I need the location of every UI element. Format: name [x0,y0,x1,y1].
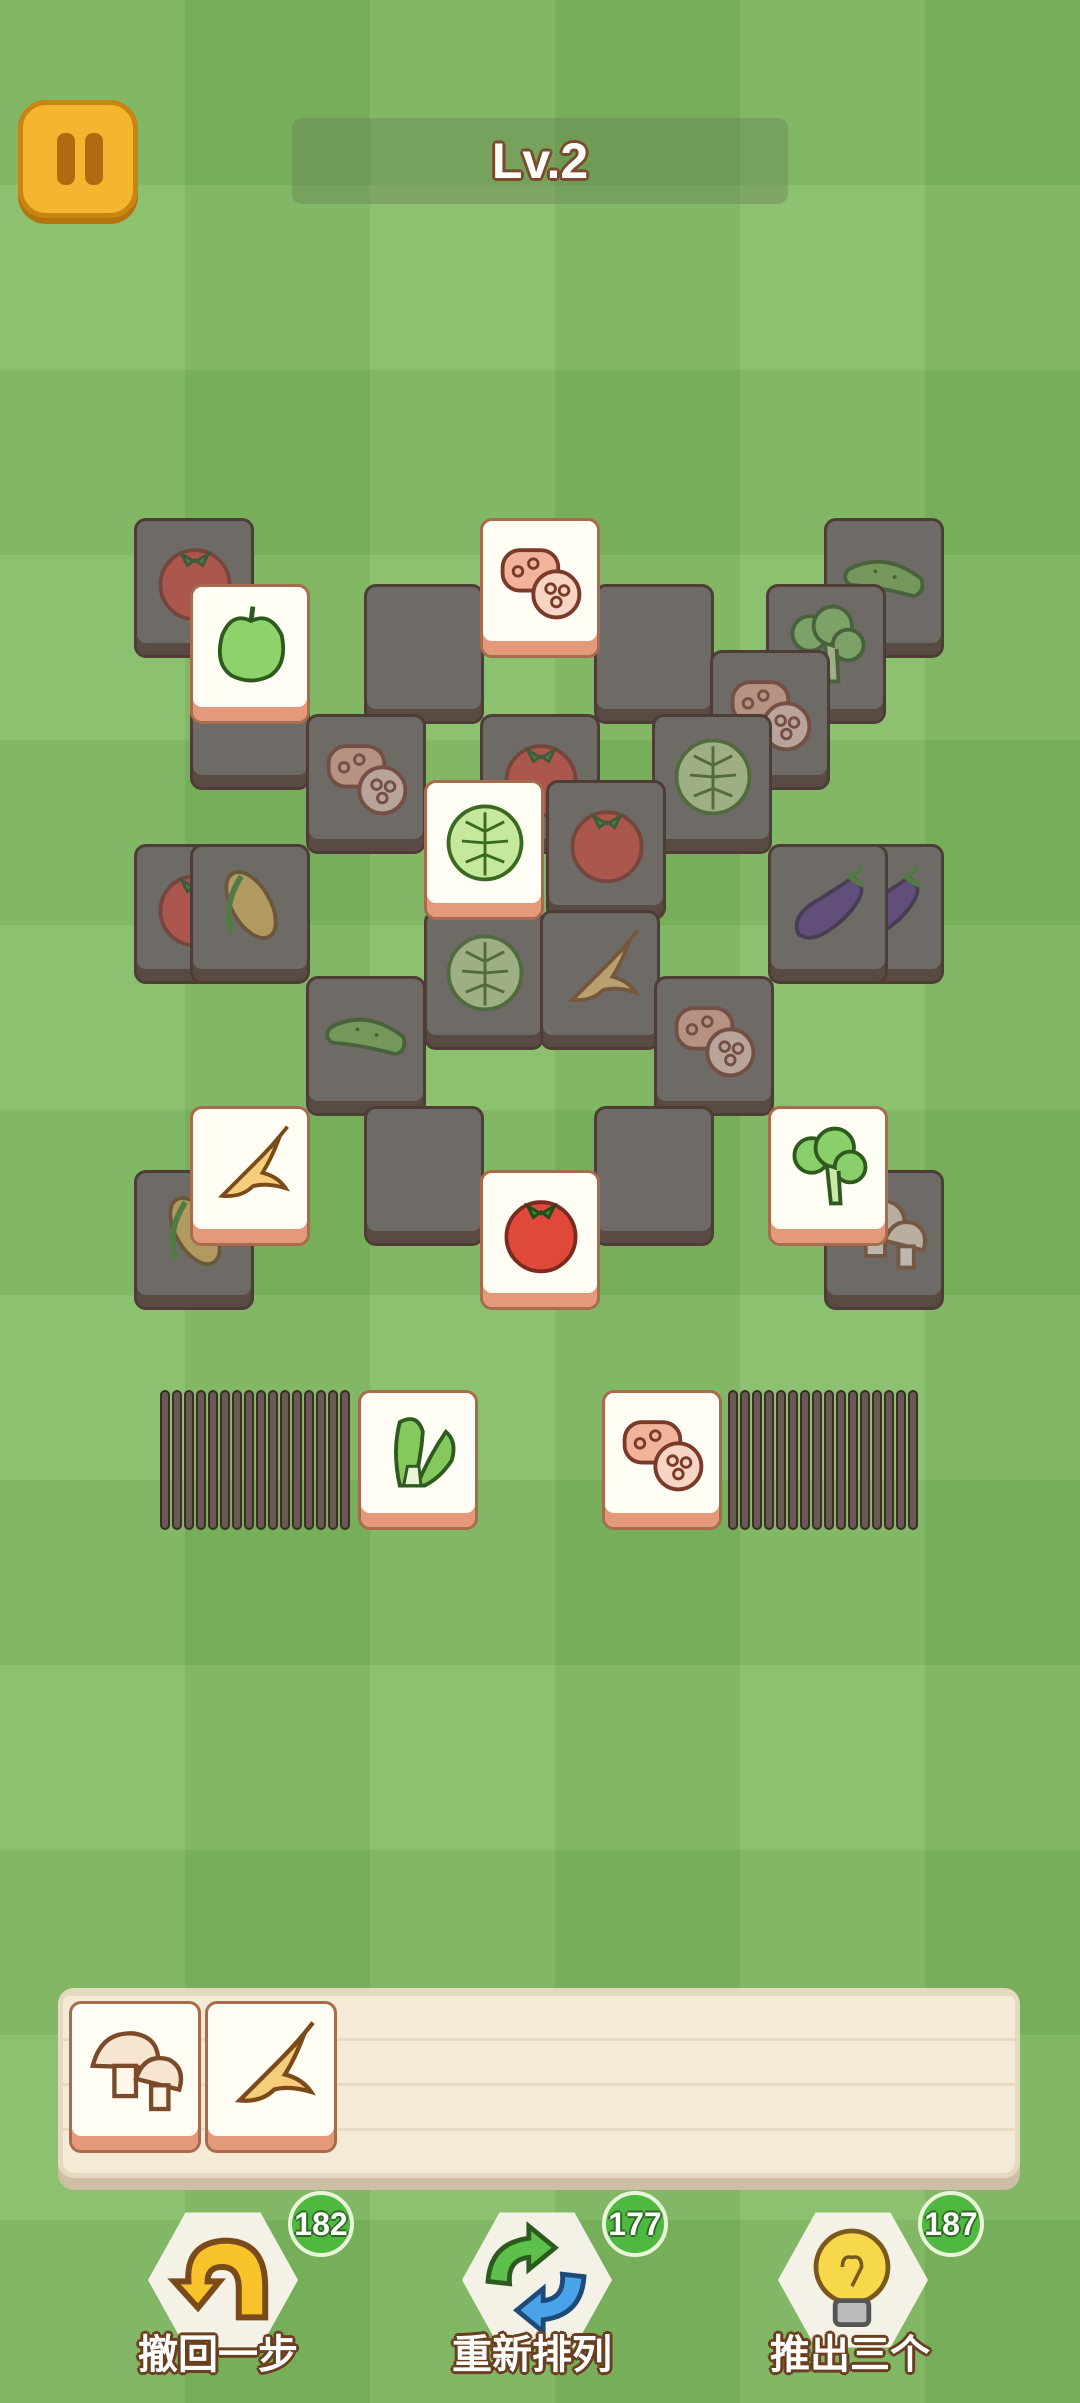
shuffle-icon [485,2221,587,2337]
stack-edge [316,1390,326,1530]
lotus-root-icon [667,989,763,1085]
tile-ginseng-dim [540,910,660,1050]
tile-tomato[interactable] [480,1170,600,1310]
stack-edge [788,1390,798,1530]
level-label: Lv.2 [491,133,589,189]
tray-slot-mushroom [69,2001,201,2153]
stack-edge [244,1390,254,1530]
stack-edge [872,1390,882,1530]
tile-lotus-dim [306,714,426,854]
stack-edge [776,1390,786,1530]
stack-edge [160,1390,170,1530]
push-out-count: 187 [918,2191,984,2257]
ginseng-icon [218,2014,326,2122]
eggplant-icon [781,857,877,953]
pepper-icon [203,597,299,693]
stack-edge [280,1390,290,1530]
stack-edge [304,1390,314,1530]
pause-icon-bar-right [85,133,103,185]
cucumber-icon [319,989,415,1085]
ginseng-icon [553,923,649,1019]
stack-edge [172,1390,182,1530]
broccoli-icon [781,1119,877,1215]
lotus-root-icon [319,727,415,823]
corn-icon [203,857,299,953]
tile-tray [58,1988,1020,2178]
stack-edge [800,1390,810,1530]
stack-edge [328,1390,338,1530]
tile-lotus-root[interactable] [480,518,600,658]
stack-edge [908,1390,918,1530]
tile-lettuce[interactable] [424,780,544,920]
mushroom-icon [82,2014,190,2122]
tile-back-dim [594,584,714,724]
tile-back-dim [364,1106,484,1246]
stack-edge [752,1390,762,1530]
tile-eggplant-dim [768,844,888,984]
tile-lettuce-dim [424,910,544,1050]
stack-edge [896,1390,906,1530]
stack-edge [232,1390,242,1530]
shuffle-count: 177 [602,2191,668,2257]
stack-edge [340,1390,350,1530]
pause-button[interactable] [18,100,138,218]
ginseng-icon [203,1119,299,1215]
tile-pepper[interactable] [190,584,310,724]
tile-lotus-dim [654,976,774,1116]
lettuce-icon [665,727,761,823]
stack-edge [848,1390,858,1530]
shuffle-label: 重新排列 [452,2333,612,2377]
tile-back-dim [594,1106,714,1246]
tile-corn-dim [190,844,310,984]
stack-edge [728,1390,738,1530]
bok-choy-icon [371,1403,467,1499]
tomato-icon [559,793,655,889]
lightbulb-icon [813,2228,891,2327]
level-indicator: Lv.2 [292,118,788,204]
left-stack-top-tile[interactable] [358,1390,478,1530]
tile-tomato-dim [546,780,666,920]
stack-edge [220,1390,230,1530]
stack-edge [824,1390,834,1530]
stack-edge [812,1390,822,1530]
stack-edge [196,1390,206,1530]
lotus-root-icon [493,531,589,627]
lettuce-icon [437,793,533,889]
lettuce-icon [437,923,533,1019]
tomato-icon [493,1183,589,1279]
tile-ginseng[interactable] [190,1106,310,1246]
pause-icon [57,133,75,185]
push-out-label: 推出三个 [770,2333,930,2377]
tile-cucumber-dim [306,976,426,1116]
undo-label: 撤回一步 [138,2333,298,2377]
lotus-root-icon [615,1403,711,1499]
right-stack-top-tile[interactable] [602,1390,722,1530]
tile-lettuce-dim [652,714,772,854]
stack-edge [268,1390,278,1530]
stack-edge [184,1390,194,1530]
stack-edge [860,1390,870,1530]
stack-edge [764,1390,774,1530]
tray-slot-ginseng [205,2001,337,2153]
stack-edge [256,1390,266,1530]
tile-broccoli[interactable] [768,1106,888,1246]
stack-edge [740,1390,750,1530]
undo-count: 182 [288,2191,354,2257]
stack-edge [292,1390,302,1530]
tile-back-dim [364,584,484,724]
undo-arrow-icon [167,2237,269,2321]
stack-edge [884,1390,894,1530]
stack-edge [836,1390,846,1530]
stack-edge [208,1390,218,1530]
